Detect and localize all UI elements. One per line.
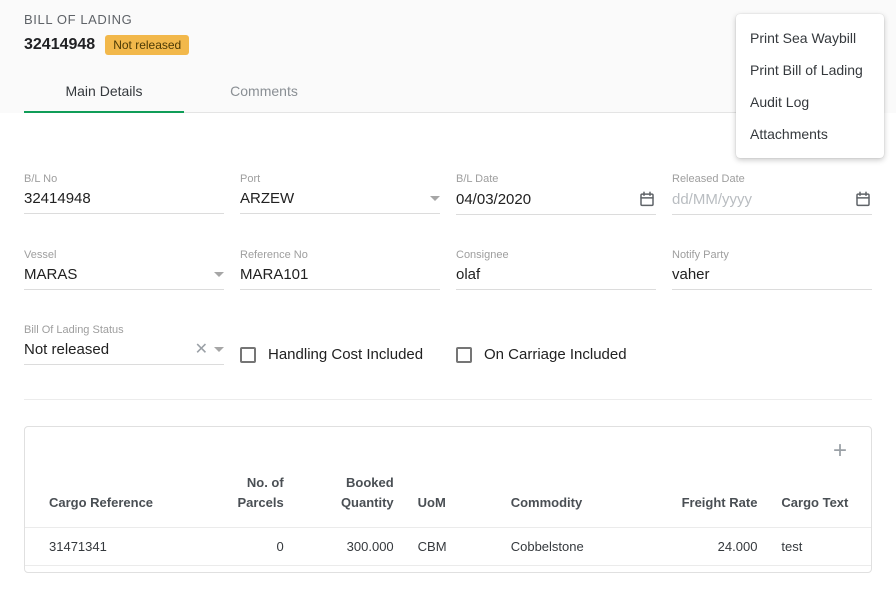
menu-item-audit-log[interactable]: Audit Log (736, 86, 884, 118)
cell-booked-quantity[interactable]: 300.000 (296, 528, 406, 566)
field-released-date[interactable]: Released Date dd/MM/yyyy (672, 173, 872, 215)
cell-freight-rate[interactable]: 24.000 (659, 528, 769, 566)
field-label: Released Date (672, 173, 872, 185)
column-header-no-of-parcels: No. of Parcels (211, 467, 296, 528)
section-divider (24, 399, 872, 400)
calendar-icon[interactable] (854, 190, 872, 208)
tab-main-details[interactable]: Main Details (24, 69, 184, 112)
vessel-select[interactable]: MARAS (24, 266, 208, 283)
field-bl-status[interactable]: Bill Of Lading Status Not released ✕ (24, 324, 224, 365)
field-label: Vessel (24, 249, 224, 261)
cargo-card: + Cargo Reference No. of Parcels Booked … (24, 426, 872, 573)
cargo-table: Cargo Reference No. of Parcels Booked Qu… (25, 467, 871, 572)
checkbox-label: Handling Cost Included (268, 346, 423, 363)
reference-no-input[interactable]: MARA101 (240, 266, 440, 283)
cargo-table-header-row: Cargo Reference No. of Parcels Booked Qu… (25, 467, 871, 528)
context-menu: Print Sea Waybill Print Bill of Lading A… (736, 14, 884, 158)
menu-item-print-bill-of-lading[interactable]: Print Bill of Lading (736, 54, 884, 86)
checkbox-icon[interactable] (240, 347, 256, 363)
field-reference-no[interactable]: Reference No MARA101 (240, 249, 440, 290)
cell-cargo-reference[interactable]: 31471341 (25, 528, 211, 566)
status-badge: Not released (105, 35, 189, 55)
field-consignee[interactable]: Consignee olaf (456, 249, 656, 290)
cell-cargo-text[interactable]: test (769, 528, 871, 566)
checkbox-label: On Carriage Included (484, 346, 627, 363)
field-label: Consignee (456, 249, 656, 261)
field-port[interactable]: Port ARZEW (240, 173, 440, 215)
tab-comments[interactable]: Comments (184, 69, 344, 112)
field-label: Reference No (240, 249, 440, 261)
field-bl-date[interactable]: B/L Date 04/03/2020 (456, 173, 656, 215)
field-label: Port (240, 173, 440, 185)
field-label: Bill Of Lading Status (24, 324, 224, 336)
clear-icon[interactable]: ✕ (195, 342, 208, 358)
column-header-freight-rate: Freight Rate (659, 467, 769, 528)
column-header-booked-quantity: Booked Quantity (296, 467, 406, 528)
add-cargo-button[interactable]: + (831, 441, 849, 461)
port-select[interactable]: ARZEW (240, 190, 424, 207)
menu-item-print-sea-waybill[interactable]: Print Sea Waybill (736, 22, 884, 54)
bl-no-input[interactable]: 32414948 (24, 190, 224, 207)
field-vessel[interactable]: Vessel MARAS (24, 249, 224, 290)
checkbox-handling-cost[interactable]: Handling Cost Included (240, 344, 440, 365)
cell-uom[interactable]: CBM (406, 528, 499, 566)
checkbox-icon[interactable] (456, 347, 472, 363)
field-label: Notify Party (672, 249, 872, 261)
calendar-icon[interactable] (638, 190, 656, 208)
field-notify-party[interactable]: Notify Party vaher (672, 249, 872, 290)
notify-party-input[interactable]: vaher (672, 266, 872, 283)
table-row[interactable]: 31471341 0 300.000 CBM Cobbelstone 24.00… (25, 528, 871, 566)
column-header-cargo-reference: Cargo Reference (25, 467, 211, 528)
cell-no-of-parcels[interactable]: 0 (211, 528, 296, 566)
cargo-card-toolbar: + (25, 427, 871, 467)
field-bl-no[interactable]: B/L No 32414948 (24, 173, 224, 215)
released-date-input[interactable]: dd/MM/yyyy (672, 191, 848, 208)
consignee-input[interactable]: olaf (456, 266, 656, 283)
column-header-cargo-text: Cargo Text (769, 467, 871, 528)
bl-date-input[interactable]: 04/03/2020 (456, 191, 632, 208)
bl-status-select[interactable]: Not released (24, 341, 189, 358)
chevron-down-icon[interactable] (214, 347, 224, 352)
cell-commodity[interactable]: Cobbelstone (499, 528, 660, 566)
grid-spacer (672, 324, 872, 365)
document-number: 32414948 (24, 36, 95, 54)
field-label: B/L No (24, 173, 224, 185)
menu-item-attachments[interactable]: Attachments (736, 118, 884, 150)
field-label: B/L Date (456, 173, 656, 185)
chevron-down-icon[interactable] (214, 272, 224, 277)
column-header-uom: UoM (406, 467, 499, 528)
column-header-commodity: Commodity (499, 467, 660, 528)
chevron-down-icon[interactable] (430, 196, 440, 201)
checkbox-on-carriage[interactable]: On Carriage Included (456, 344, 656, 365)
